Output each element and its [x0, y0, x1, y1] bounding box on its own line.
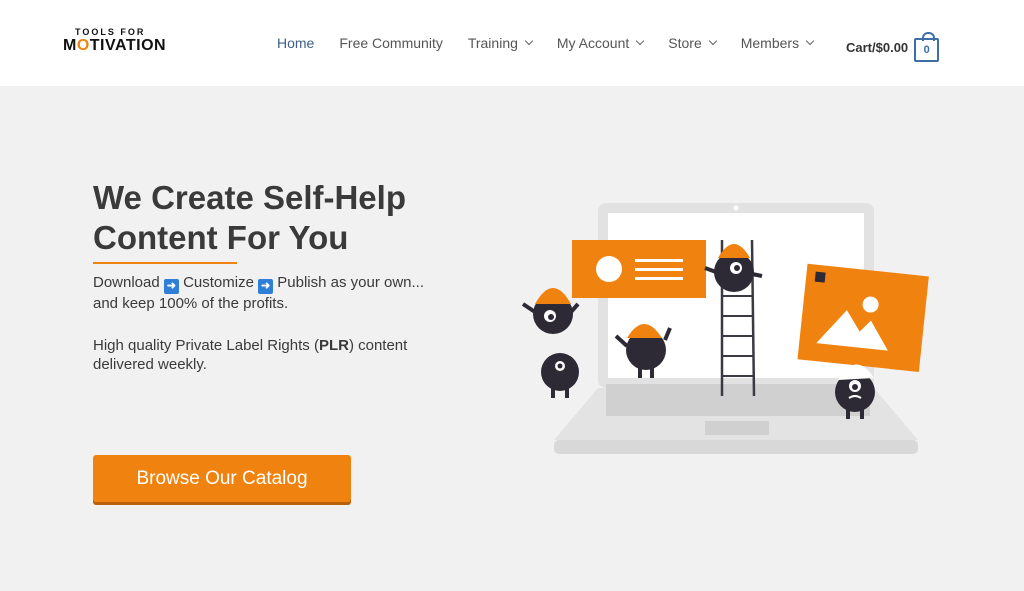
laptop-base-edge — [554, 440, 918, 454]
main-nav: Home Free Community Training My Account … — [277, 33, 838, 53]
nav-item-home[interactable]: Home — [277, 35, 314, 51]
laptop-camera — [733, 205, 739, 211]
site-logo[interactable]: TOOLS FOR MOTIVATION — [63, 27, 175, 57]
image-card — [797, 263, 929, 372]
cart-link[interactable]: Cart/$0.00 0 — [846, 32, 940, 62]
card-line — [635, 259, 683, 262]
hero-title: We Create Self-Help Content For You — [93, 179, 406, 256]
nav-item-free-community[interactable]: Free Community — [339, 35, 442, 51]
card-line — [635, 268, 683, 271]
chevron-down-icon — [708, 36, 717, 46]
logo-top-text: TOOLS FOR — [75, 27, 146, 37]
profile-avatar-shape — [596, 256, 622, 282]
cart-count-badge: 0 — [923, 44, 930, 56]
nav-item-training[interactable]: Training — [468, 35, 534, 51]
nav-item-my-account[interactable]: My Account — [557, 35, 645, 51]
chevron-down-icon — [524, 36, 534, 46]
monster-left-top — [521, 288, 580, 334]
hero-description: High quality Private Label Rights (PLR) … — [93, 337, 408, 373]
laptop-keyboard — [606, 384, 870, 416]
chevron-down-icon — [805, 36, 815, 46]
arrow-right-icon: ➜ — [163, 279, 179, 294]
shopping-bag-icon: 0 — [914, 32, 940, 62]
logo-main-text: MOTIVATION — [63, 37, 167, 54]
arrow-right-icon: ➜ — [258, 279, 274, 294]
chevron-down-icon — [636, 36, 645, 46]
card-line — [635, 277, 683, 280]
logo-gear-o: O — [76, 37, 90, 54]
nav-item-store[interactable]: Store — [668, 35, 717, 51]
cart-total: Cart/$0.00 — [846, 39, 909, 55]
plr-bold-text: PLR — [318, 337, 349, 354]
laptop-trackpad — [705, 421, 769, 435]
hero-illustration — [521, 203, 929, 454]
hero-tagline: Download ➜ Customize ➜ Publish as your o… — [93, 274, 425, 312]
monster-left-bottom — [541, 353, 579, 398]
browse-catalog-button[interactable]: Browse Our Catalog — [93, 455, 351, 502]
site-header: TOOLS FOR MOTIVATION Home Free Community… — [0, 0, 1024, 86]
title-underline — [93, 262, 237, 264]
nav-item-members[interactable]: Members — [741, 35, 815, 51]
